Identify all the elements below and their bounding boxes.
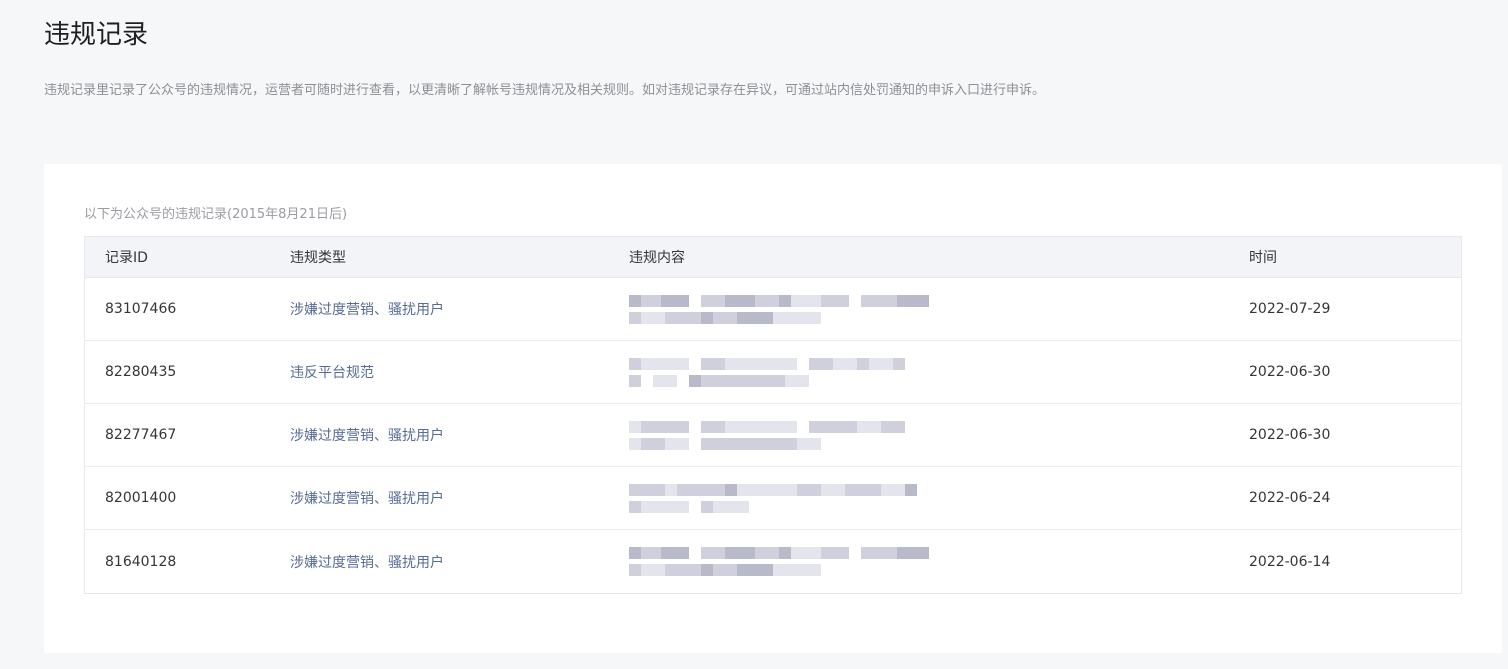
violation-content-redacted: [629, 341, 905, 403]
table-row: 82280435 违反平台规范 2022-06-30: [85, 341, 1461, 404]
column-header-content: 违规内容: [629, 250, 685, 266]
record-id: 82001400: [105, 490, 177, 506]
record-time: 2022-06-30: [1249, 364, 1331, 380]
page-title: 违规记录: [44, 20, 149, 50]
violation-type-link[interactable]: 涉嫌过度营销、骚扰用户: [290, 530, 444, 593]
record-time: 2022-06-14: [1249, 553, 1331, 570]
table-row: 82001400 涉嫌过度营销、骚扰用户 2022-06-24: [85, 467, 1461, 530]
table-row: 83107466 涉嫌过度营销、骚扰用户 2022-07-29: [85, 278, 1461, 341]
violation-records-page: 违规记录 违规记录里记录了公众号的违规情况，运营者可随时进行查看，以更清晰了解帐…: [0, 0, 1508, 669]
record-id: 83107466: [105, 301, 177, 317]
record-id: 82277467: [105, 427, 177, 443]
violation-content-redacted: [629, 278, 929, 340]
records-card: 以下为公众号的违规记录(2015年8月21日后) 记录ID 违规类型 违规内容 …: [44, 164, 1502, 653]
page-description: 违规记录里记录了公众号的违规情况，运营者可随时进行查看，以更清晰了解帐号违规情况…: [44, 83, 1046, 98]
record-id: 81640128: [105, 553, 177, 570]
violation-type-link[interactable]: 涉嫌过度营销、骚扰用户: [290, 404, 444, 466]
column-header-id: 记录ID: [105, 250, 148, 266]
violation-content-redacted: [629, 404, 905, 466]
violation-content-redacted: [629, 467, 917, 529]
record-time: 2022-06-24: [1249, 490, 1331, 506]
record-time: 2022-07-29: [1249, 301, 1331, 317]
records-table: 记录ID 违规类型 违规内容 时间 83107466 涉嫌过度营销、骚扰用户 2…: [84, 236, 1462, 594]
records-caption: 以下为公众号的违规记录(2015年8月21日后): [84, 207, 348, 222]
violation-content-redacted: [629, 530, 929, 593]
violation-type-link[interactable]: 涉嫌过度营销、骚扰用户: [290, 278, 444, 340]
table-row: 82277467 涉嫌过度营销、骚扰用户 2022-06-30: [85, 404, 1461, 467]
violation-type-link[interactable]: 涉嫌过度营销、骚扰用户: [290, 467, 444, 529]
record-id: 82280435: [105, 364, 177, 380]
table-header: 记录ID 违规类型 违规内容 时间: [85, 237, 1461, 278]
table-row: 81640128 涉嫌过度营销、骚扰用户 2022-06-14: [85, 530, 1461, 593]
column-header-type: 违规类型: [290, 250, 346, 266]
column-header-time: 时间: [1249, 250, 1277, 266]
record-time: 2022-06-30: [1249, 427, 1331, 443]
violation-type-link[interactable]: 违反平台规范: [290, 341, 374, 403]
